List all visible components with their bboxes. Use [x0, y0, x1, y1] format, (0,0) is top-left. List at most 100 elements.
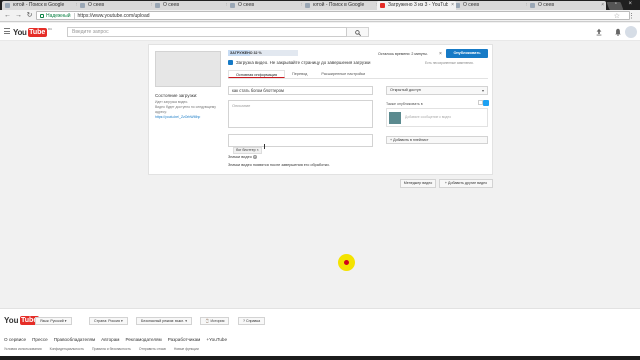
safe-mode-button[interactable]: Безопасный режим: выкл. ▾	[136, 317, 193, 325]
logo-you: You	[4, 316, 19, 325]
history-button[interactable]: ⌚ История	[200, 317, 230, 325]
footer-link[interactable]: Разработчикам	[168, 337, 201, 342]
footer-link[interactable]: +YouTube	[206, 337, 227, 342]
globe-icon	[230, 3, 235, 8]
secure-indicator[interactable]: Надежный	[40, 13, 71, 19]
globe-icon	[305, 3, 310, 8]
hamburger-icon[interactable]	[4, 28, 10, 35]
search-button[interactable]	[347, 27, 369, 37]
reload-icon[interactable]: ↻	[25, 11, 34, 20]
footer-link[interactable]: Отправить отзыв	[139, 347, 166, 351]
cancel-upload-icon[interactable]: ×	[439, 51, 442, 57]
footer-link[interactable]: Конфиденциальность	[50, 347, 84, 351]
globe-icon	[80, 3, 85, 8]
share-label: Также опубликовать в	[386, 102, 423, 106]
progress-text: ЗАГРУЖЕНО 32 %	[230, 51, 262, 55]
search-icon	[355, 30, 361, 36]
tag-label: бог блоттер	[236, 148, 256, 152]
footer-link[interactable]: Новые функции	[174, 347, 199, 351]
back-icon[interactable]: ←	[3, 11, 12, 20]
tag-chip[interactable]: бог блоттер ×	[233, 147, 262, 154]
upload-icon[interactable]	[595, 28, 603, 36]
browser-tab[interactable]: О сеев×	[527, 1, 606, 10]
tab-translation[interactable]: Перевод	[285, 70, 314, 78]
add-to-playlist-button[interactable]: + Добавить в плейлист	[386, 136, 488, 144]
footer: You Tube Язык: Русский ▾ Страна: Россия …	[0, 308, 640, 360]
footer-link[interactable]: Рекламодателям	[125, 337, 161, 342]
tags-field[interactable]: бог блоттер ×	[228, 134, 373, 154]
language-button[interactable]: Язык: Русский ▾	[35, 317, 72, 325]
add-more-videos-button[interactable]: + Добавить другие видео	[439, 179, 493, 188]
browser-tab[interactable]: О сеев×	[227, 1, 306, 10]
unsaved-changes-note: Есть несохраненные изменения.	[425, 61, 474, 65]
footer-link[interactable]: Правила и безопасность	[92, 347, 131, 351]
notifications-icon[interactable]	[614, 28, 622, 36]
publish-button[interactable]: Опубликовать	[446, 49, 488, 58]
video-title-field[interactable]: как стать богом блоттером	[228, 86, 373, 95]
tab-label: О сеев	[463, 2, 479, 8]
logo-country: RU	[47, 27, 53, 31]
footer-link[interactable]: Правообладателям	[54, 337, 95, 342]
tab-label: О сеев	[538, 2, 554, 8]
tab-label: О сеев	[238, 2, 254, 8]
search-input[interactable]: Введите запрос	[67, 27, 347, 37]
video-manager-button[interactable]: Менеджер видео	[400, 179, 436, 188]
footer-link[interactable]: О сервисе	[4, 337, 26, 342]
globe-icon	[530, 3, 535, 8]
star-icon[interactable]: ☆	[614, 12, 620, 20]
menu-icon[interactable]: ⋮	[628, 12, 635, 20]
description-field[interactable]: Описание	[228, 100, 373, 128]
tab-label: Загружено 3 из 3 - YouTube	[388, 2, 448, 8]
footer-secondary-links: Условия использования Конфиденциальность…	[4, 347, 207, 351]
chevron-down-icon: ▾	[481, 88, 484, 93]
tab-label: О сеев	[88, 2, 104, 8]
footer-link[interactable]: Прессе	[32, 337, 48, 342]
browser-tab[interactable]: О сеев×	[77, 1, 156, 10]
tab-label: ютой - Поиск в Google	[13, 2, 65, 8]
language-label: Язык: Русский	[40, 319, 64, 323]
url-text: https://www.youtube.com/upload	[77, 12, 150, 19]
avatar[interactable]	[625, 26, 637, 38]
footer-logo[interactable]: You Tube	[4, 316, 39, 325]
upload-tabs: Основная информация Перевод Расширенные …	[228, 70, 488, 79]
browser-tab[interactable]: ютой - Поиск в Google×	[302, 1, 381, 10]
help-label: Справка	[246, 319, 261, 323]
history-label: История	[210, 319, 225, 323]
help-icon[interactable]: ?	[252, 155, 257, 159]
footer-link[interactable]: Условия использования	[4, 347, 42, 351]
privacy-select[interactable]: Открытый доступ ▾	[386, 86, 488, 95]
close-icon[interactable]: ×	[451, 1, 454, 10]
video-link[interactable]: https://youtu.be/_ZzOrbWMhp	[155, 115, 225, 120]
country-button[interactable]: Страна: Россия ▾	[89, 317, 128, 325]
window-controls[interactable]: – ▫ ×	[600, 1, 637, 7]
video-icons-note: Значки видео появятся после завершения е…	[228, 163, 330, 167]
upload-status-title: Состояние загрузки:	[155, 93, 198, 98]
twitter-icon[interactable]	[483, 100, 489, 106]
footer-links: О сервисе Прессе Правообладателям Автора…	[4, 337, 233, 342]
tab-label: ютой - Поиск в Google	[313, 2, 365, 8]
tab-advanced-settings[interactable]: Расширенные настройки	[314, 70, 372, 78]
footer-link[interactable]: Авторам	[101, 337, 119, 342]
browser-tab-active[interactable]: Загружено 3 из 3 - YouTube ×	[377, 1, 456, 10]
cursor-highlight	[338, 254, 355, 271]
os-taskbar	[0, 356, 640, 360]
share-message-box[interactable]: Добавьте сообщение к видео	[386, 108, 488, 127]
browser-tab[interactable]: О сеев×	[152, 1, 231, 10]
divider	[73, 12, 75, 19]
tab-basic-info[interactable]: Основная информация	[228, 70, 286, 78]
browser-tab[interactable]: ютой - Поиск в Google×	[2, 1, 81, 10]
address-bar[interactable]: Надежный https://www.youtube.com/upload	[36, 11, 630, 20]
forward-icon[interactable]: →	[14, 11, 23, 20]
channel-avatar	[389, 112, 401, 124]
browser-tab[interactable]: О сеев ×	[452, 1, 531, 10]
secure-label: Надежный	[46, 12, 71, 19]
tab-label: О сеев	[163, 2, 179, 8]
logo-you: You	[13, 27, 27, 37]
safe-mode-label: Безопасный режим: выкл.	[141, 319, 185, 323]
browser-tab-strip: ютой - Поиск в Google× О сеев× О сеев× О…	[0, 0, 640, 10]
youtube-logo[interactable]: You Tube RU	[13, 27, 52, 37]
privacy-value: Открытый доступ	[390, 88, 421, 92]
help-button[interactable]: ? Справка	[238, 317, 266, 325]
youtube-icon	[380, 3, 385, 8]
warning-text: Загрузка видео. Не закрывайте страницу д…	[236, 60, 371, 65]
